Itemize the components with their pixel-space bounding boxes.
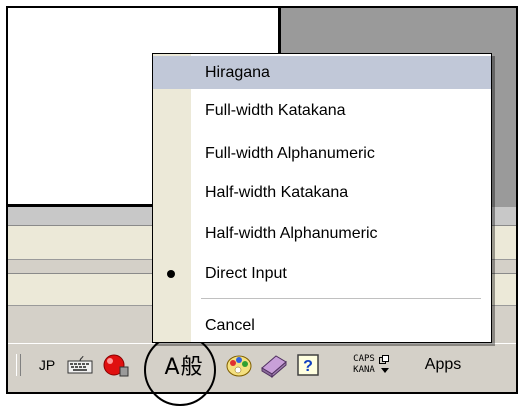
kana-label: KANA [353, 365, 375, 375]
caps-kana-indicator[interactable]: CAPS KANA [338, 349, 404, 381]
menu-item-label: Half-width Katakana [205, 183, 349, 201]
callout-circle [144, 334, 216, 406]
dropdown-arrow-icon[interactable] [380, 367, 389, 374]
window-icon [378, 354, 389, 364]
dictionary-tool-icon[interactable] [258, 349, 290, 381]
menu-item-full-width-katakana[interactable]: Full-width Katakana [153, 94, 491, 127]
menu-item-full-width-alphanumeric[interactable]: Full-width Alphanumeric [153, 137, 491, 170]
help-glyph: ? [303, 358, 313, 375]
keyboard-icon[interactable] [64, 349, 96, 381]
menu-item-label: Full-width Alphanumeric [205, 144, 375, 162]
menu-item-label: Hiragana [205, 63, 270, 81]
caps-label: CAPS [353, 354, 375, 364]
checked-bullet-icon [167, 270, 175, 278]
language-bar: JP A般 ? CAPS KANA Apps [8, 343, 516, 392]
menu-item-half-width-alphanumeric[interactable]: Half-width Alphanumeric [153, 217, 491, 250]
apps-label: Apps [424, 356, 462, 373]
help-icon[interactable]: ? [293, 349, 323, 381]
menu-item-label: Cancel [205, 316, 255, 334]
menu-item-direct-input[interactable]: Direct Input [153, 257, 491, 290]
menu-item-half-width-katakana[interactable]: Half-width Katakana [153, 176, 491, 209]
menu-item-label: Direct Input [205, 264, 287, 282]
input-mode-menu: Hiragana Full-width Katakana Full-width … [152, 53, 492, 343]
ime-red-icon[interactable] [98, 349, 132, 381]
menu-item-label: Half-width Alphanumeric [205, 224, 378, 242]
menu-item-hiragana[interactable]: Hiragana [153, 56, 491, 89]
menu-item-cancel[interactable]: Cancel [153, 309, 491, 342]
toolbar-grip-handle[interactable] [16, 354, 21, 376]
language-label: JP [38, 357, 56, 373]
menu-separator [201, 298, 481, 299]
ime-pad-icon[interactable] [222, 349, 256, 381]
language-indicator[interactable]: JP [32, 349, 62, 381]
menu-item-label: Full-width Katakana [205, 101, 346, 119]
apps-button[interactable]: Apps [413, 349, 473, 381]
